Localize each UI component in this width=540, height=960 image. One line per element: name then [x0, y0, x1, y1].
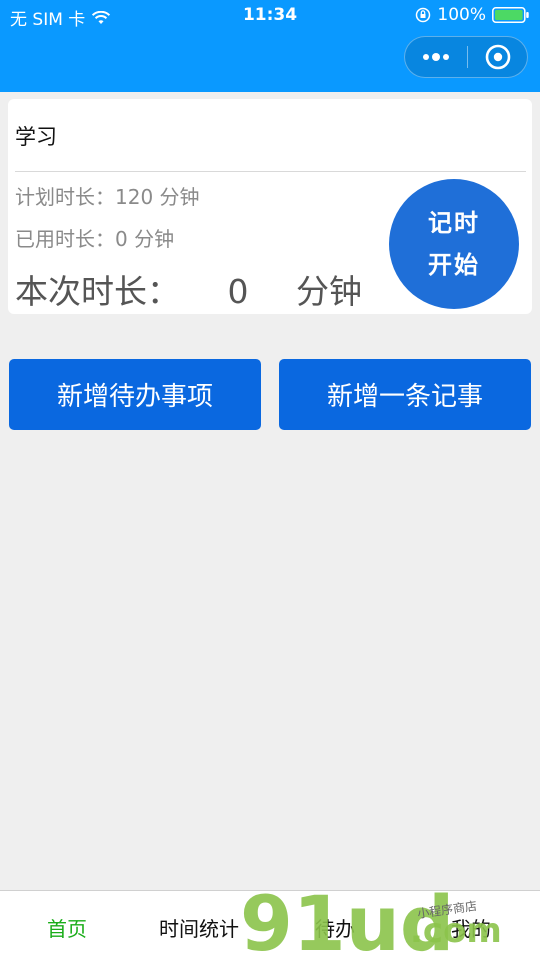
tab-home[interactable]: 首页	[47, 913, 87, 942]
battery-percent: 100%	[437, 5, 486, 25]
target-close-icon	[485, 44, 511, 70]
navigation-bar: 无 SIM 卡 11:34 100%	[0, 0, 540, 92]
planned-duration: 计划时长：120 分钟	[15, 185, 200, 209]
start-timer-label-line1: 记时	[428, 209, 480, 237]
session-unit: 分钟	[296, 272, 362, 311]
session-duration: 本次时长： 0 分钟	[15, 265, 362, 313]
tab-bar: 首页 时间统计 待办 我的	[0, 890, 540, 960]
add-note-button[interactable]: 新增一条记事	[279, 359, 531, 430]
add-todo-button[interactable]: 新增待办事项	[9, 359, 261, 430]
status-right-group: 100%	[415, 5, 530, 25]
tab-todo[interactable]: 待办	[315, 913, 355, 942]
tab-time-stats[interactable]: 时间统计	[159, 913, 239, 942]
session-value: 0	[227, 272, 249, 311]
session-label: 本次时长：	[15, 272, 180, 311]
start-timer-label-line2: 开始	[428, 251, 480, 279]
task-title: 学习	[15, 125, 57, 149]
start-timer-button[interactable]: 记时 开始	[389, 179, 519, 309]
capsule-more-button[interactable]	[405, 37, 467, 77]
more-dots-icon	[423, 53, 449, 61]
task-card: 学习 计划时长：120 分钟 已用时长：0 分钟 本次时长： 0 分钟 记时 开始	[8, 99, 532, 314]
rotation-lock-icon	[416, 7, 431, 23]
tab-mine[interactable]: 我的	[451, 913, 491, 942]
card-divider	[15, 171, 526, 172]
battery-icon	[492, 7, 529, 23]
capsule-close-button[interactable]	[468, 37, 528, 77]
mini-program-capsule	[404, 36, 528, 78]
used-duration: 已用时长：0 分钟	[15, 227, 175, 251]
status-bar: 无 SIM 卡 11:34 100%	[0, 0, 540, 30]
